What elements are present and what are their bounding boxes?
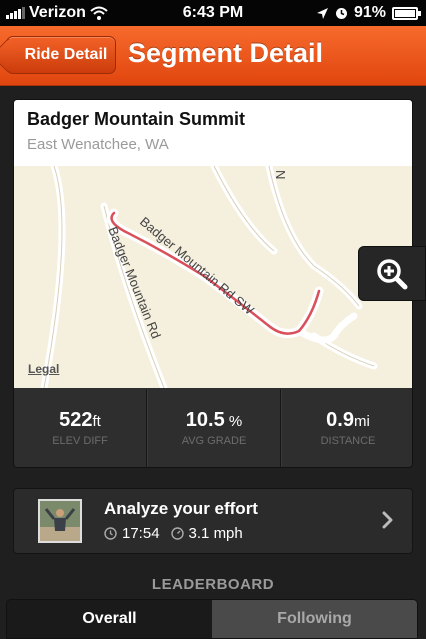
map-zoom-button[interactable] — [358, 246, 426, 301]
chevron-right-icon — [382, 511, 393, 529]
battery-percent: 91% — [353, 4, 386, 21]
stat-label: ELEV DIFF — [52, 435, 108, 447]
avatar — [38, 499, 82, 543]
road-label-badger-mountain-rd: Badger Mountain Rd — [105, 225, 164, 341]
stat-label: DISTANCE — [320, 435, 376, 447]
leaderboard-heading: LEADERBOARD — [151, 576, 275, 593]
back-button-label: Ride Detail — [24, 46, 108, 63]
road-label-n: N — [273, 170, 288, 179]
stat-value: 10.5 — [185, 409, 225, 431]
segment-name: Badger Mountain Summit — [27, 109, 246, 129]
alarm-clock-icon — [335, 7, 347, 19]
tab-overall[interactable]: Overall — [7, 600, 212, 638]
location-arrow-icon — [316, 7, 328, 19]
leaderboard-tabs: Overall Following — [6, 599, 418, 639]
effort-title: Analyze your effort — [104, 499, 258, 518]
road-label-badger-mountain-rd-sw: Badger Mountain Rd SW — [137, 214, 257, 318]
analyze-effort-row[interactable]: Analyze your effort 17:54 3.1 mph — [13, 488, 413, 554]
stat-value: 0.9 — [326, 409, 354, 431]
back-button[interactable]: Ride Detail — [6, 36, 116, 74]
map-canvas: Badger Mountain Rd Badger Mountain Rd SW… — [40, 162, 378, 392]
segment-map[interactable]: Badger Mountain Rd Badger Mountain Rd SW… — [14, 162, 412, 392]
stat-value: 522 — [59, 409, 93, 431]
tab-following[interactable]: Following — [212, 600, 417, 638]
status-bar: Verizon 6:43 PM 91% — [0, 0, 426, 26]
stat-elev-diff: 522ft ELEV DIFF — [14, 389, 147, 467]
zoom-in-icon — [377, 258, 408, 289]
segment-card: Badger Mountain Summit East Wenatchee, W… — [13, 99, 413, 468]
segment-stats: 522ft ELEV DIFF 10.5 % AVG GRADE 0.9mi D… — [14, 389, 412, 467]
map-legal-link[interactable]: Legal — [28, 362, 59, 376]
stat-label: AVG GRADE — [181, 435, 247, 447]
effort-time: 17:54 — [122, 525, 160, 542]
stat-distance: 0.9mi DISTANCE — [281, 389, 412, 467]
speedometer-icon — [170, 527, 184, 540]
stat-avg-grade: 10.5 % AVG GRADE — [147, 389, 281, 467]
clock-icon — [104, 527, 117, 540]
stat-unit: mi — [353, 413, 370, 430]
navigation-bar: Ride Detail Segment Detail — [0, 26, 426, 86]
segment-header: Badger Mountain Summit East Wenatchee, W… — [14, 100, 412, 166]
effort-speed: 3.1 mph — [188, 525, 243, 542]
stat-unit: ft — [92, 413, 101, 430]
battery-icon — [392, 6, 421, 20]
segment-location: East Wenatchee, WA — [27, 136, 169, 153]
effort-meta: 17:54 3.1 mph — [104, 525, 243, 542]
stat-unit: % — [224, 413, 243, 430]
clock: 6:43 PM — [182, 4, 244, 21]
page-title: Segment Detail — [128, 38, 324, 68]
